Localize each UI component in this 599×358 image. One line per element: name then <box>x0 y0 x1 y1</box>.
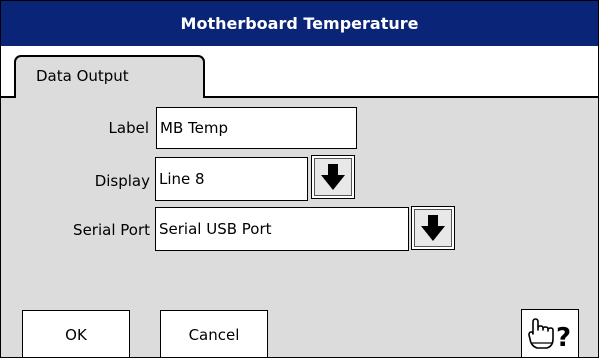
hand-pointer-question-icon: ? <box>528 318 571 351</box>
serial-port-dropdown-button[interactable] <box>411 206 455 250</box>
tab-label: Data Output <box>36 67 129 85</box>
tab-data-output[interactable]: Data Output <box>14 55 205 98</box>
help-button[interactable]: ? <box>521 309 579 357</box>
down-arrow-icon <box>321 164 345 190</box>
cancel-button[interactable]: Cancel <box>160 310 268 357</box>
label-input[interactable]: MB Temp <box>156 107 357 149</box>
down-arrow-icon <box>421 215 445 241</box>
cancel-button-label: Cancel <box>188 326 240 344</box>
window-title: Motherboard Temperature <box>180 14 419 33</box>
dialog-window: Motherboard Temperature Data Output Labe… <box>0 0 599 358</box>
svg-text:?: ? <box>556 323 571 351</box>
ok-button[interactable]: OK <box>22 310 130 357</box>
display-dropdown-button[interactable] <box>311 155 355 199</box>
serial-port-select[interactable]: Serial USB Port <box>155 207 409 251</box>
tab-strip: Data Output <box>1 46 598 98</box>
label-caption: Label <box>108 119 149 137</box>
serial-port-select-value: Serial USB Port <box>159 220 272 238</box>
display-caption: Display <box>94 172 150 190</box>
display-select-value: Line 8 <box>159 170 205 188</box>
label-input-value: MB Temp <box>160 119 228 137</box>
ok-button-label: OK <box>65 326 87 344</box>
display-select[interactable]: Line 8 <box>155 157 308 201</box>
serial-port-caption: Serial Port <box>73 221 150 239</box>
title-bar: Motherboard Temperature <box>1 1 598 46</box>
